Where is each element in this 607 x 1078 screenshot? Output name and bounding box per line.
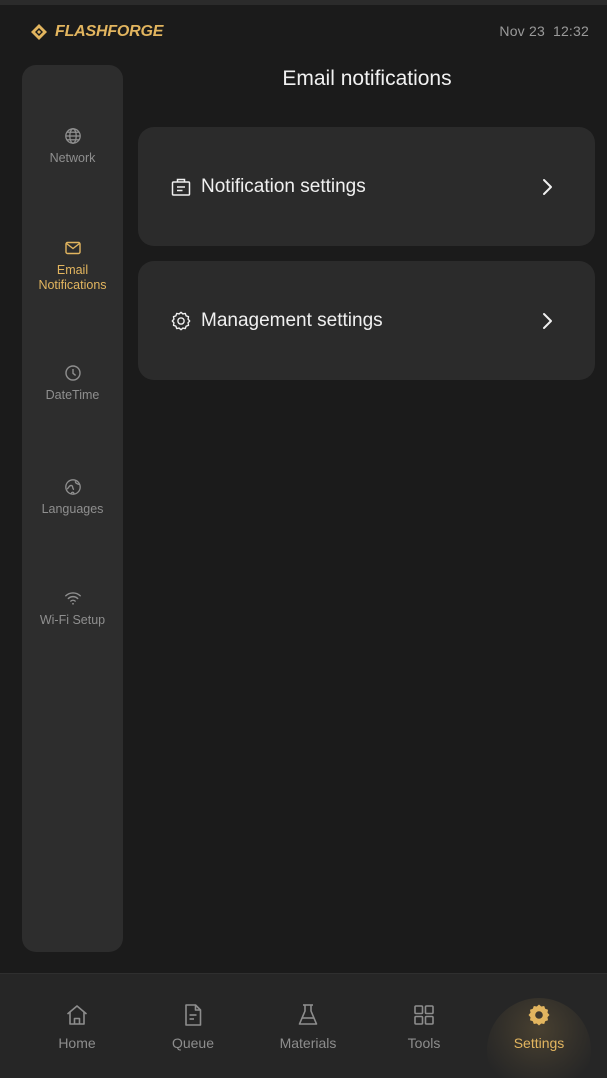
status-bar: FLASHFORGE Nov 23 12:32 (0, 5, 607, 60)
nav-queue[interactable]: Queue (138, 974, 248, 1078)
nav-label: Tools (407, 1035, 441, 1051)
sidebar-item-label: Email Notifications (38, 263, 107, 292)
sidebar-item-label: DateTime (45, 388, 100, 402)
notification-settings-icon (171, 178, 191, 196)
management-settings-button[interactable]: Management settings (138, 261, 595, 380)
sidebar-item-datetime[interactable]: DateTime (22, 364, 123, 403)
flask-icon (298, 1004, 318, 1025)
language-icon (64, 479, 81, 495)
clock-icon (64, 365, 81, 381)
grid-icon (414, 1005, 434, 1025)
chevron-right-icon (543, 312, 552, 329)
notification-settings-button[interactable]: Notification settings (138, 127, 595, 246)
wifi-icon (64, 592, 81, 605)
sidebar-item-email-notifications[interactable]: Email Notifications (22, 239, 123, 293)
home-icon (66, 1005, 88, 1025)
nav-materials[interactable]: Materials (253, 974, 363, 1078)
nav-label: Materials (279, 1035, 337, 1051)
nav-tools[interactable]: Tools (369, 974, 479, 1078)
globe-icon (64, 128, 81, 144)
nav-settings[interactable]: Settings (484, 974, 594, 1078)
settings-screen: FLASHFORGE Nov 23 12:32 Network Email Not… (0, 0, 607, 1078)
mail-icon (64, 241, 81, 255)
settings-gear-icon (528, 1004, 550, 1026)
brand-logo: FLASHFORGE (30, 23, 163, 41)
datetime-display: Nov 23 12:32 (499, 23, 589, 39)
sidebar-item-languages[interactable]: Languages (22, 478, 123, 517)
page-title: Email notifications (282, 67, 452, 90)
bottom-navigation: Home Queue Materials Tools Settings (0, 973, 607, 1078)
gear-icon (171, 311, 191, 330)
sidebar-item-wifi-setup[interactable]: Wi-Fi Setup (22, 589, 123, 628)
sidebar-item-label: Network (49, 151, 96, 165)
nav-label: Home (58, 1035, 96, 1051)
sidebar-item-label: Wi-Fi Setup (39, 613, 106, 627)
sidebar-item-label: Languages (41, 502, 104, 516)
management-settings-label: Management settings (201, 309, 383, 331)
date-text: Nov 23 (499, 23, 545, 39)
file-icon (185, 1004, 202, 1026)
nav-label: Settings (513, 1035, 565, 1051)
notification-settings-label: Notification settings (201, 175, 366, 197)
settings-sidebar: Network Email Notifications DateTime Lan… (22, 65, 123, 952)
nav-home[interactable]: Home (22, 974, 132, 1078)
sidebar-item-network[interactable]: Network (22, 127, 123, 166)
brand-name: FLASHFORGE (55, 23, 164, 40)
nav-label: Queue (171, 1035, 215, 1051)
chevron-right-icon (543, 178, 552, 195)
flashforge-logo-icon (31, 24, 47, 40)
time-text: 12:32 (552, 23, 589, 39)
